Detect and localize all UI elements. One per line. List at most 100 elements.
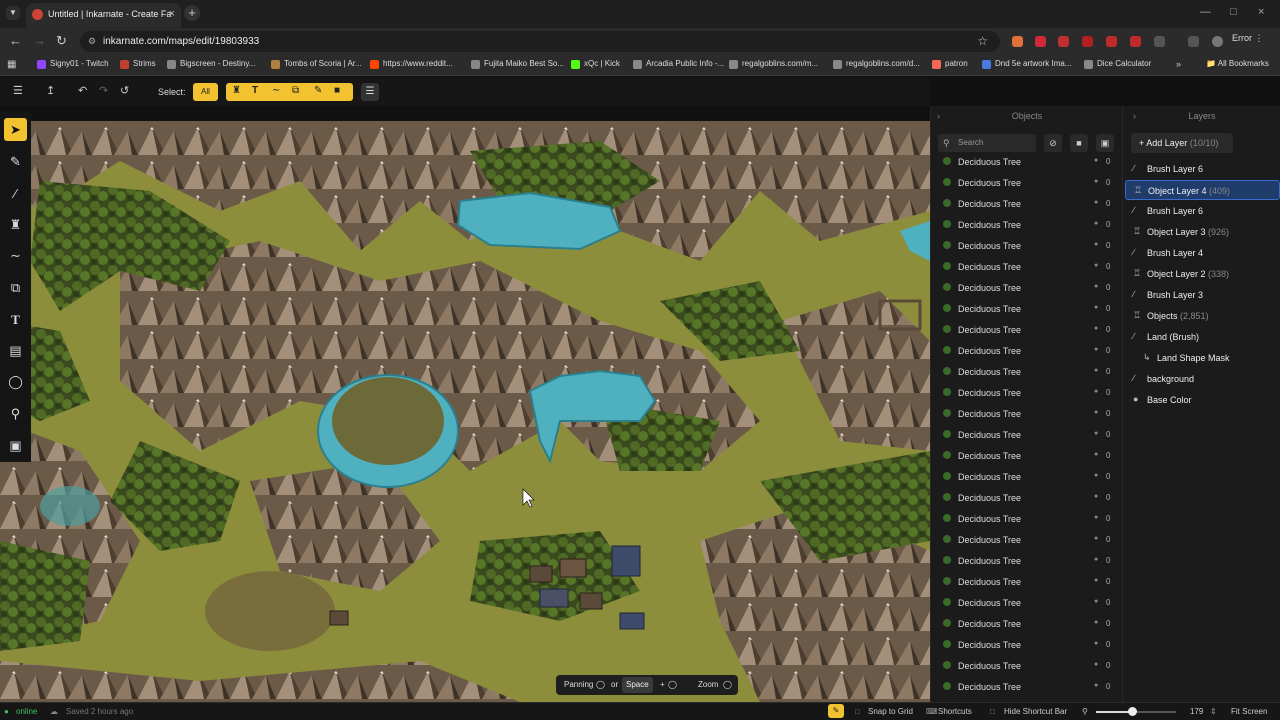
bookmark-item[interactable]: https://www.reddit... xyxy=(370,59,453,69)
object-row[interactable]: Deciduous Tree ● 0 xyxy=(931,677,1123,698)
visibility-icon[interactable]: ● xyxy=(1094,220,1098,227)
visibility-icon[interactable]: ● xyxy=(1094,640,1098,647)
object-row[interactable]: Deciduous Tree ● 0 xyxy=(931,257,1123,278)
path-tool-icon[interactable]: ∼ xyxy=(4,244,27,267)
all-bookmarks-folder[interactable]: 📁 All Bookmarks xyxy=(1206,59,1269,68)
more-bookmarks-icon[interactable]: » xyxy=(1176,59,1181,69)
layer-item[interactable]: ♖ Object Layer 2 (338) xyxy=(1125,264,1280,284)
minimize-icon[interactable]: — xyxy=(1200,6,1211,18)
visibility-icon[interactable]: ● xyxy=(1094,325,1098,332)
extension-icon[interactable] xyxy=(1012,36,1023,47)
visibility-icon[interactable]: ● xyxy=(1094,283,1098,290)
object-row[interactable]: Deciduous Tree ● 0 xyxy=(931,215,1123,236)
select-all-button[interactable]: All xyxy=(193,83,218,101)
pencil-icon[interactable]: ✎ xyxy=(828,704,844,718)
maximize-icon[interactable]: □ xyxy=(1230,6,1237,18)
layer-item[interactable]: ♖ Object Layer 4 (409) xyxy=(1125,180,1280,200)
object-row[interactable]: Deciduous Tree ● 0 xyxy=(931,446,1123,467)
bookmark-item[interactable]: xQc | Kick xyxy=(571,59,620,69)
objects-tool-icon[interactable]: ♜ xyxy=(4,213,27,236)
object-row[interactable]: Deciduous Tree ● 0 xyxy=(931,593,1123,614)
visibility-icon[interactable]: ● xyxy=(1094,157,1098,164)
visibility-icon[interactable]: ● xyxy=(1094,514,1098,521)
zoom-slider-handle[interactable] xyxy=(1128,707,1137,716)
object-row[interactable]: Deciduous Tree ● 0 xyxy=(931,383,1123,404)
object-row[interactable]: Deciduous Tree ● 0 xyxy=(931,509,1123,530)
globe-tool-icon[interactable]: ◯ xyxy=(4,370,27,393)
select-shapes-icon[interactable]: ⧉ xyxy=(292,85,299,96)
object-row[interactable]: Deciduous Tree ● 0 xyxy=(931,530,1123,551)
visibility-icon[interactable]: ● xyxy=(1094,262,1098,269)
layer-item[interactable]: ● Base Color xyxy=(1125,390,1280,410)
visibility-icon[interactable]: ● xyxy=(1094,451,1098,458)
browser-tab[interactable]: Untitled | Inkarnate - Create Fa × xyxy=(26,3,181,28)
zoom-stepper-icon[interactable]: ⇕ xyxy=(1210,707,1217,716)
object-row[interactable]: Deciduous Tree ● 0 xyxy=(931,467,1123,488)
bookmark-item[interactable]: patron xyxy=(932,59,968,69)
object-row[interactable]: Deciduous Tree ● 0 xyxy=(931,404,1123,425)
visibility-icon[interactable]: ● xyxy=(1094,556,1098,563)
select-paths-icon[interactable]: ∼ xyxy=(272,85,280,96)
visibility-icon[interactable]: ● xyxy=(1094,535,1098,542)
bookmark-item[interactable]: regalgoblins.com/m... xyxy=(729,59,818,69)
visibility-icon[interactable]: ● xyxy=(1094,661,1098,668)
url-field[interactable]: ⚙ inkarnate.com/maps/edit/19803933 ☆ xyxy=(80,31,1000,52)
close-tab-icon[interactable]: × xyxy=(169,3,175,25)
tab-search-icon[interactable]: ▼ xyxy=(6,6,20,20)
close-window-icon[interactable]: × xyxy=(1258,6,1264,18)
layer-item[interactable]: ∕ Brush Layer 6 xyxy=(1125,159,1280,179)
select-all-objects-icon[interactable]: ▣ xyxy=(1096,134,1114,152)
bookmark-item[interactable]: Bigscreen - Destiny... xyxy=(167,59,255,69)
add-layer-button[interactable]: + Add Layer (10/10) xyxy=(1131,133,1233,153)
object-row[interactable]: Deciduous Tree ● 0 xyxy=(931,614,1123,635)
visibility-icon[interactable]: ● xyxy=(1094,388,1098,395)
object-row[interactable]: Deciduous Tree ● 0 xyxy=(931,551,1123,572)
export-icon[interactable]: ↥ xyxy=(46,84,55,97)
bookmark-item[interactable]: Dice Calculator xyxy=(1084,59,1151,69)
select-stamps-icon[interactable]: ✎ xyxy=(314,85,322,96)
layer-item[interactable]: ♖ Object Layer 3 (926) xyxy=(1125,222,1280,242)
object-row[interactable]: Deciduous Tree ● 0 xyxy=(931,320,1123,341)
extensions-puzzle-icon[interactable] xyxy=(1154,36,1165,47)
redo-icon[interactable]: ↷ xyxy=(99,84,108,97)
select-tool-icon[interactable]: ➤ xyxy=(4,118,27,141)
undo-icon[interactable]: ↶ xyxy=(78,84,87,97)
text-tool-icon[interactable]: T xyxy=(4,308,27,331)
visibility-icon[interactable]: ● xyxy=(1094,241,1098,248)
visibility-icon[interactable]: ● xyxy=(1094,619,1098,626)
visibility-icon[interactable]: ● xyxy=(1094,199,1098,206)
object-row[interactable]: Deciduous Tree ● 0 xyxy=(931,362,1123,383)
snap-to-grid-label[interactable]: Snap to Grid xyxy=(868,707,913,716)
menu-icon[interactable]: ☰ xyxy=(13,84,23,97)
zoom-tool-icon[interactable]: ⚲ xyxy=(4,402,27,425)
visibility-icon[interactable]: ● xyxy=(1094,430,1098,437)
reload-icon[interactable]: ↻ xyxy=(56,33,67,49)
visibility-icon[interactable]: ● xyxy=(1094,178,1098,185)
object-row[interactable]: Deciduous Tree ● 0 xyxy=(931,299,1123,320)
site-info-icon[interactable]: ⚙ xyxy=(88,31,96,52)
fit-screen-button[interactable]: Fit Screen xyxy=(1231,707,1267,716)
save-tool-icon[interactable]: ▣ xyxy=(4,434,27,457)
visibility-icon[interactable]: ● xyxy=(1094,367,1098,374)
new-tab-button[interactable]: + xyxy=(184,5,200,21)
bookmark-item[interactable]: Tombs of Scoria | Ar... xyxy=(271,59,362,69)
visibility-icon[interactable]: ● xyxy=(1094,577,1098,584)
brush-tool-icon[interactable]: ∕ xyxy=(4,182,27,205)
layer-item[interactable]: ∕ Brush Layer 6 xyxy=(1125,201,1280,221)
visibility-icon[interactable]: ● xyxy=(1094,409,1098,416)
visibility-icon[interactable]: ● xyxy=(1094,493,1098,500)
object-row[interactable]: Deciduous Tree ● 0 xyxy=(931,425,1123,446)
bookmark-item[interactable]: Strims xyxy=(120,59,156,69)
layer-item[interactable]: ∕ Brush Layer 3 xyxy=(1125,285,1280,305)
select-text-icon[interactable]: T xyxy=(252,85,258,96)
notes-tool-icon[interactable]: ▤ xyxy=(4,339,27,362)
bookmark-item[interactable]: Arcadia Public Info -... xyxy=(633,59,724,69)
object-row[interactable]: Deciduous Tree ● 0 xyxy=(931,488,1123,509)
layer-item[interactable]: ↳ Land Shape Mask xyxy=(1125,348,1280,368)
layer-item[interactable]: ♖ Objects (2,851) xyxy=(1125,306,1280,326)
object-row[interactable]: Deciduous Tree ● 0 xyxy=(931,572,1123,593)
snap-checkbox[interactable]: □ xyxy=(855,707,860,716)
select-objects-icon[interactable]: ♜ xyxy=(232,85,241,96)
bookmark-star-icon[interactable]: ☆ xyxy=(977,31,988,52)
object-row[interactable]: Deciduous Tree ● 0 xyxy=(931,341,1123,362)
